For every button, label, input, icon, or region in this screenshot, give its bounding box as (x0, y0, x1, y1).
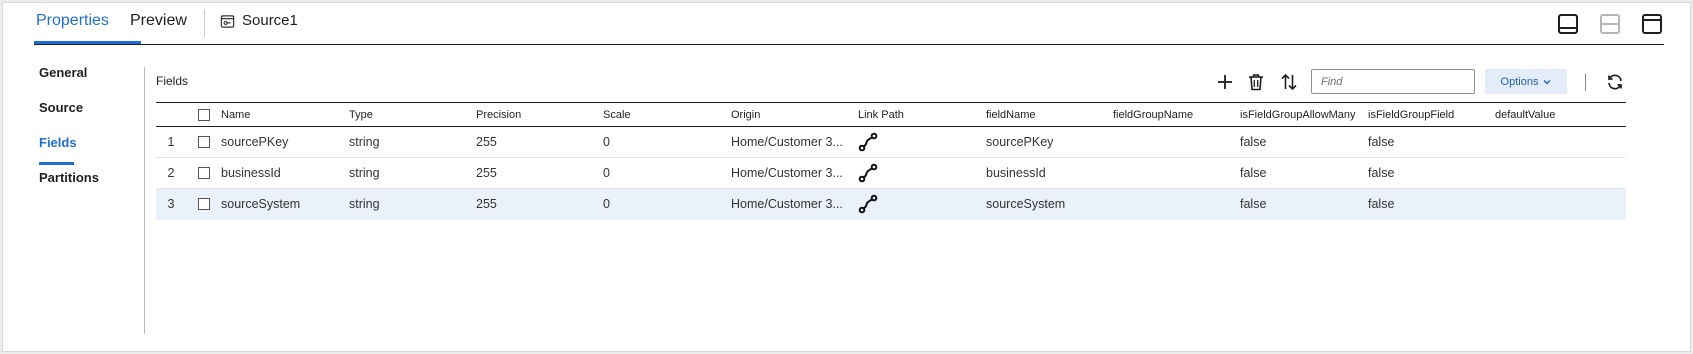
cell-is-field-group-allow-many: false (1240, 166, 1267, 180)
link-path-icon[interactable] (858, 194, 878, 214)
cell-origin: Home/Customer 3... (731, 197, 843, 211)
toolbar-divider (1585, 74, 1586, 91)
layout-toggle-group (1556, 12, 1664, 36)
cell-is-field-group-field: false (1368, 166, 1395, 180)
fields-table: Name Type Precision Scale Origin Link Pa… (156, 102, 1626, 220)
source-object-icon (220, 14, 235, 28)
section-title: Fields (156, 74, 189, 88)
nav-item-fields[interactable]: Fields (39, 135, 77, 150)
row-checkbox[interactable] (198, 136, 210, 148)
panel-split-icon[interactable] (1598, 12, 1622, 36)
cell-type: string (349, 166, 380, 180)
tab-preview[interactable]: Preview (130, 10, 187, 32)
row-index: 2 (167, 166, 175, 180)
cell-field-name: sourcePKey (986, 135, 1054, 149)
link-path-icon[interactable] (858, 163, 878, 183)
panel-bottom-icon[interactable] (1556, 12, 1580, 36)
cell-is-field-group-allow-many: false (1240, 197, 1267, 211)
options-label: Options (1500, 75, 1539, 88)
column-header-link-path[interactable]: Link Path (858, 103, 978, 126)
header-divider (204, 9, 205, 37)
cell-field-group-name (1113, 158, 1238, 188)
column-header-is-field-group-field[interactable]: isFieldGroupField (1368, 103, 1488, 126)
row-checkbox[interactable] (198, 198, 210, 210)
column-header-field-name[interactable]: fieldName (986, 103, 1106, 126)
cell-field-name: businessId (986, 166, 1046, 180)
cell-scale: 0 (603, 166, 610, 180)
table-header: Name Type Precision Scale Origin Link Pa… (156, 102, 1626, 127)
column-header-default-value[interactable]: defaultValue (1495, 103, 1615, 126)
cell-is-field-group-allow-many: false (1240, 135, 1267, 149)
row-index: 3 (167, 197, 175, 211)
nav-item-source[interactable]: Source (39, 100, 83, 115)
source-title: Source1 (220, 10, 298, 32)
column-header-is-field-group-allow-many[interactable]: isFieldGroupAllowMany (1240, 103, 1365, 126)
add-icon[interactable] (1216, 73, 1234, 91)
select-all-checkbox[interactable] (198, 108, 210, 121)
cell-name: sourceSystem (221, 197, 301, 211)
cell-is-field-group-field: false (1368, 135, 1395, 149)
cell-default-value (1495, 189, 1615, 219)
cell-type: string (349, 197, 380, 211)
table-row-selected[interactable]: 3 sourceSystem string 255 0 Home/Custome… (156, 189, 1626, 220)
cell-scale: 0 (603, 197, 610, 211)
cell-type: string (349, 135, 380, 149)
cell-default-value (1495, 158, 1615, 188)
cell-is-field-group-field: false (1368, 197, 1395, 211)
column-header-precision[interactable]: Precision (476, 103, 596, 126)
cell-precision: 255 (476, 135, 497, 149)
refresh-icon[interactable] (1606, 73, 1624, 91)
chevron-down-icon (1543, 79, 1551, 84)
tab-properties[interactable]: Properties (36, 10, 109, 32)
cell-origin: Home/Customer 3... (731, 166, 843, 180)
cell-field-name: sourceSystem (986, 197, 1066, 211)
cell-origin: Home/Customer 3... (731, 135, 843, 149)
column-header-name[interactable]: Name (221, 103, 341, 126)
nav-item-partitions[interactable]: Partitions (39, 170, 99, 185)
nav-divider (144, 67, 145, 334)
panel-header: Properties Preview Source1 (34, 3, 1664, 45)
link-path-icon[interactable] (858, 132, 878, 152)
table-row[interactable]: 1 sourcePKey string 255 0 Home/Customer … (156, 127, 1626, 158)
cell-field-group-name (1113, 127, 1238, 157)
column-header-origin[interactable]: Origin (731, 103, 853, 126)
cell-name: sourcePKey (221, 135, 289, 149)
table-row[interactable]: 2 businessId string 255 0 Home/Customer … (156, 158, 1626, 189)
find-input[interactable] (1311, 69, 1475, 94)
delete-icon[interactable] (1247, 73, 1265, 91)
column-header-type[interactable]: Type (349, 103, 469, 126)
options-button[interactable]: Options (1485, 69, 1567, 94)
cell-precision: 255 (476, 166, 497, 180)
active-tab-indicator (34, 41, 141, 44)
sort-icon[interactable] (1280, 73, 1298, 91)
panel-top-icon[interactable] (1640, 12, 1664, 36)
cell-scale: 0 (603, 135, 610, 149)
row-index: 1 (167, 135, 175, 149)
row-checkbox[interactable] (198, 167, 210, 179)
column-header-field-group-name[interactable]: fieldGroupName (1113, 103, 1238, 126)
column-header-scale[interactable]: Scale (603, 103, 723, 126)
source-name: Source1 (242, 12, 298, 29)
nav-item-general[interactable]: General (39, 65, 87, 80)
cell-default-value (1495, 127, 1615, 157)
cell-name: businessId (221, 166, 281, 180)
cell-precision: 255 (476, 197, 497, 211)
cell-field-group-name (1113, 189, 1238, 219)
active-nav-indicator (39, 162, 74, 165)
properties-panel: Properties Preview Source1 General Sourc… (2, 2, 1691, 352)
